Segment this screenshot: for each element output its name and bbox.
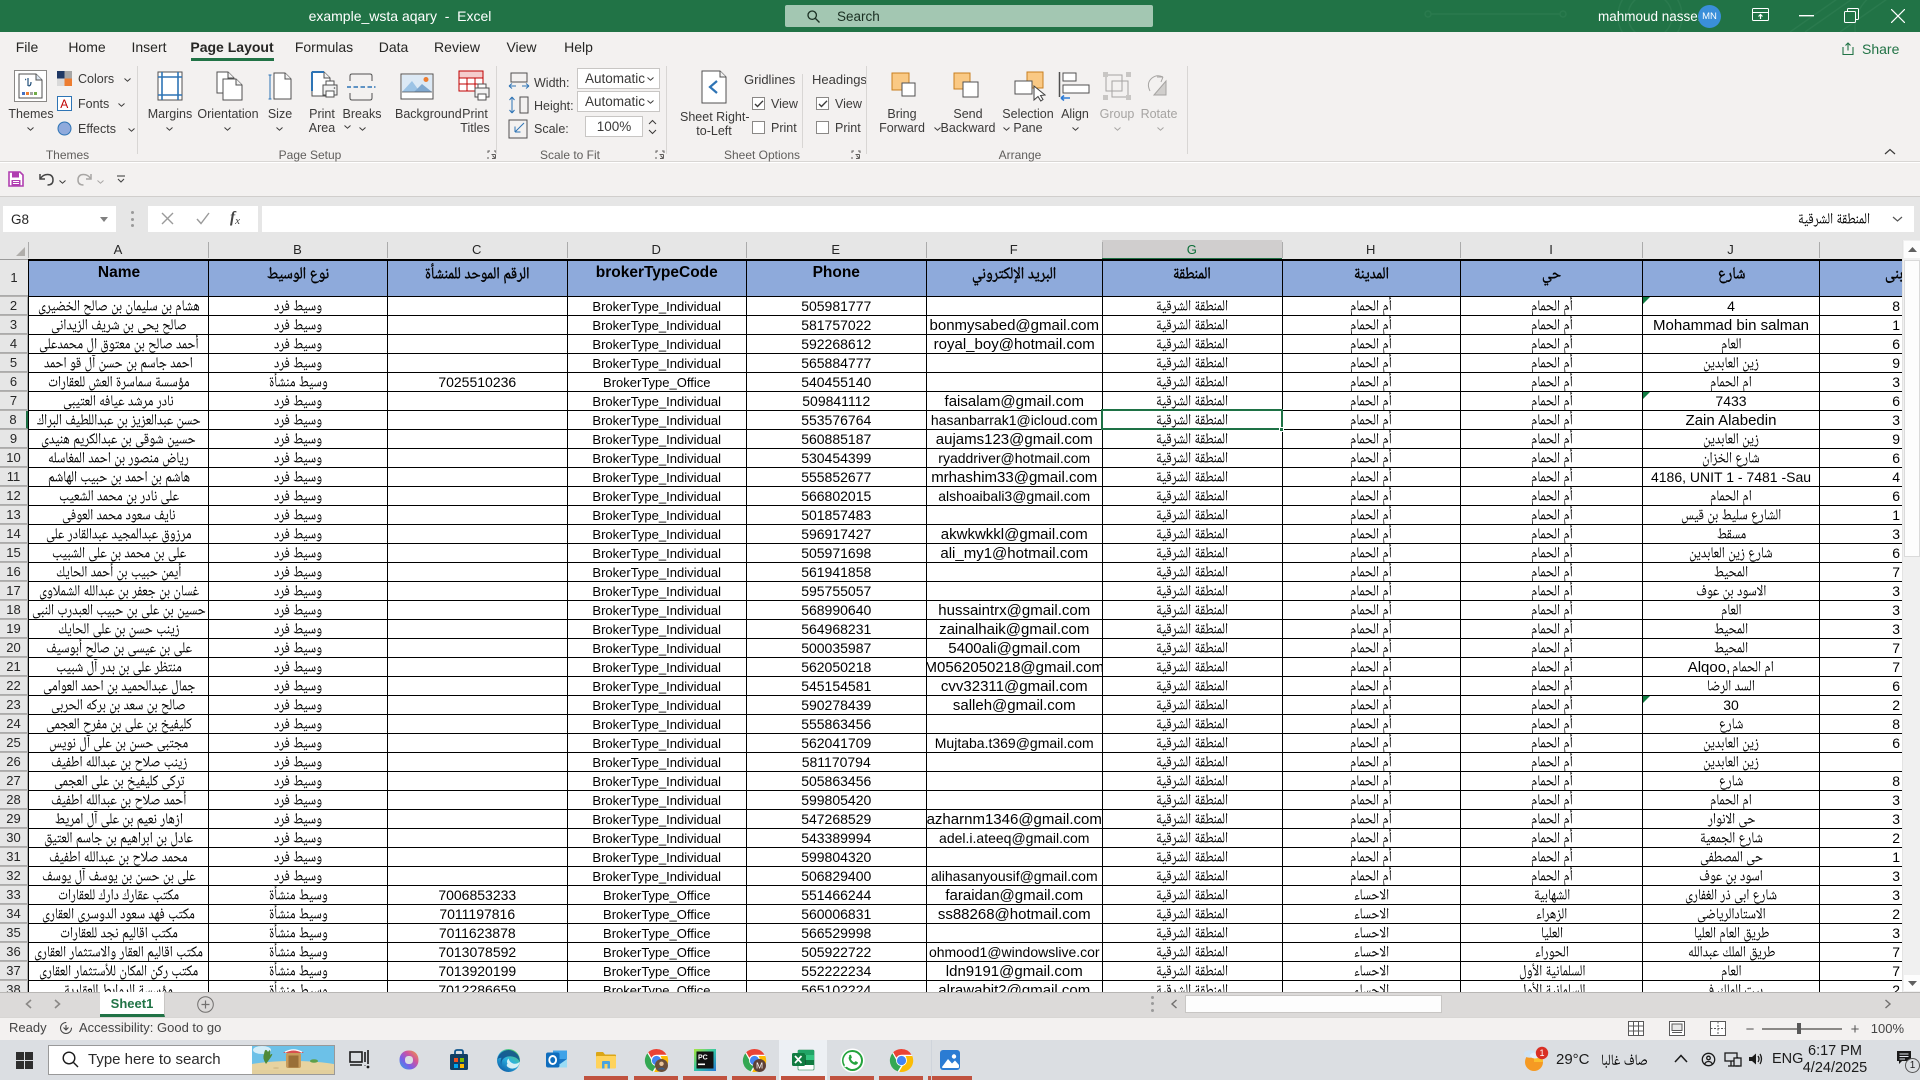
svg-text:A: A: [60, 97, 68, 111]
svg-text:PC: PC: [698, 1055, 708, 1062]
svg-text:1: 1: [1539, 1048, 1544, 1058]
svg-text:M: M: [756, 1061, 763, 1071]
